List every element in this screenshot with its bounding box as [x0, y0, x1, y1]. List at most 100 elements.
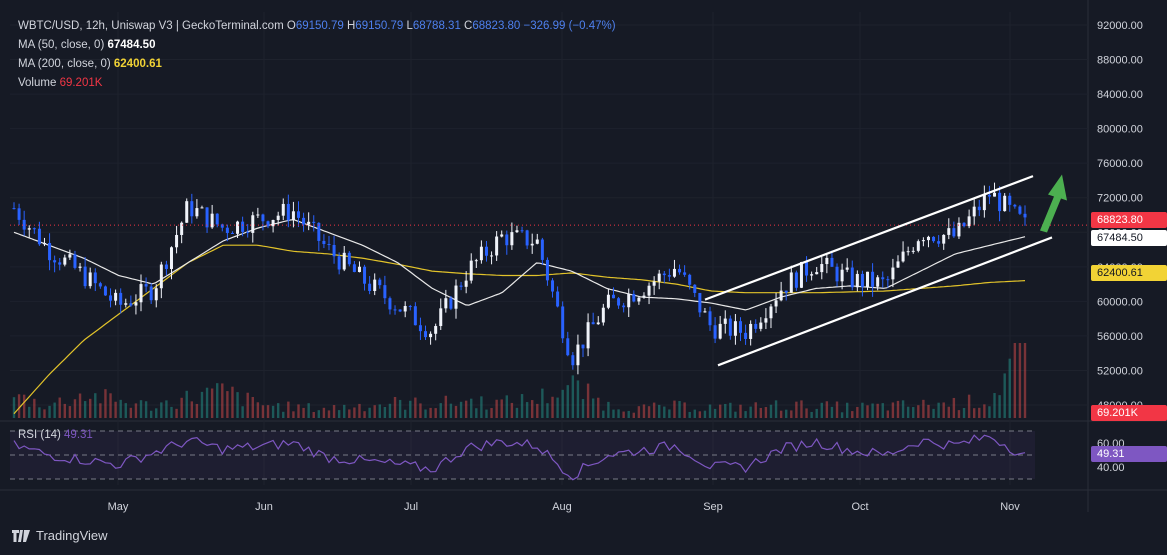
volume-bar [830, 406, 834, 418]
price-tick-label: 56000.00 [1097, 331, 1143, 343]
candle [1003, 193, 1007, 212]
volume-bar [490, 408, 493, 418]
candle-body [774, 300, 778, 307]
candle [723, 310, 727, 334]
candle-body [860, 273, 864, 287]
candle [58, 258, 62, 271]
candle-body [886, 279, 890, 281]
candle-body [459, 285, 463, 287]
volume-bar [358, 403, 361, 418]
candle [693, 284, 697, 298]
candle-body [327, 244, 331, 246]
volume-bar [724, 403, 727, 418]
volume-bar [947, 406, 950, 418]
volume-bar [434, 408, 437, 418]
volume-bar [500, 399, 503, 418]
candle [429, 331, 433, 345]
candle-body [713, 325, 717, 339]
volume-bar [566, 385, 569, 418]
candle [622, 302, 626, 313]
candle [373, 273, 377, 296]
volume-bar [231, 386, 234, 418]
candle-body [27, 228, 31, 230]
candle-body [1013, 204, 1017, 207]
ma50-row[interactable]: MA (50, close, 0) 67484.50 [18, 36, 616, 55]
candle [383, 275, 387, 305]
volume-bar [378, 404, 381, 418]
candle-body [251, 215, 255, 233]
volume-bar [149, 410, 153, 418]
ma200-row[interactable]: MA (200, close, 0) 62400.61 [18, 55, 616, 74]
candle [124, 298, 128, 308]
volume-bar [922, 399, 925, 418]
candle-body [606, 294, 610, 308]
candle [987, 185, 991, 205]
time-tick-label: Nov [1000, 501, 1020, 513]
volume-bar [536, 403, 539, 418]
candlesticks[interactable] [12, 182, 1027, 375]
candle [896, 255, 900, 268]
volume-bar [632, 412, 636, 418]
volume-bar [571, 375, 575, 418]
candle [119, 288, 123, 314]
candle [652, 276, 656, 295]
candle [551, 278, 555, 298]
candle-body [678, 268, 682, 273]
candle-body [169, 247, 173, 269]
volume-bar [216, 383, 219, 418]
candle-body [906, 251, 910, 253]
candle [109, 288, 113, 308]
volume-bar [170, 406, 173, 418]
rsi-legend[interactable]: RSI (14) 49.31 [18, 429, 93, 441]
volume-bar [896, 400, 900, 418]
volume-bar [932, 408, 935, 418]
volume-bar [302, 407, 305, 418]
volume-bar [734, 411, 737, 418]
volume-bar [952, 397, 956, 418]
candle [403, 301, 407, 318]
volume-bar [454, 405, 458, 418]
candle-body [759, 322, 763, 329]
low-value: 68788.31 [412, 20, 461, 32]
price-tick-label: 60000.00 [1097, 296, 1143, 308]
tradingview-branding[interactable]: TradingView [12, 528, 108, 543]
candle [647, 282, 651, 305]
candle [733, 314, 737, 345]
candle [789, 265, 793, 293]
candle-body [424, 331, 428, 338]
candle [332, 235, 336, 264]
candle-body [901, 251, 905, 262]
volume-bar [861, 402, 864, 418]
volume-bar [591, 398, 595, 418]
volume-bar [912, 407, 915, 418]
volume-bar [327, 410, 331, 418]
candle-body [698, 292, 702, 313]
candle-body [1018, 206, 1022, 214]
candle-body [972, 206, 976, 217]
candle-body [484, 246, 488, 256]
candle [576, 334, 580, 375]
volume-bar [866, 405, 869, 418]
candle [881, 271, 885, 288]
candle-body [200, 207, 204, 209]
candle [266, 220, 270, 229]
candle [972, 199, 976, 226]
candle-body [109, 295, 113, 301]
volume-bar [906, 406, 910, 418]
candle-body [998, 192, 1002, 212]
candle [530, 233, 534, 254]
candle-body [896, 261, 900, 268]
volume-bar [439, 403, 442, 418]
volume-row[interactable]: Volume 69.201K [18, 74, 616, 93]
volume-bar [805, 408, 808, 418]
candle [672, 259, 676, 278]
candle-body [850, 267, 854, 288]
candle [957, 217, 961, 239]
rsi-value: 49.31 [64, 429, 93, 441]
candle [134, 294, 138, 315]
volume-bar [586, 383, 590, 418]
volume-bar [89, 398, 92, 418]
volume-bar [800, 400, 803, 418]
volume-bar [317, 410, 321, 418]
candle-body [794, 272, 798, 288]
